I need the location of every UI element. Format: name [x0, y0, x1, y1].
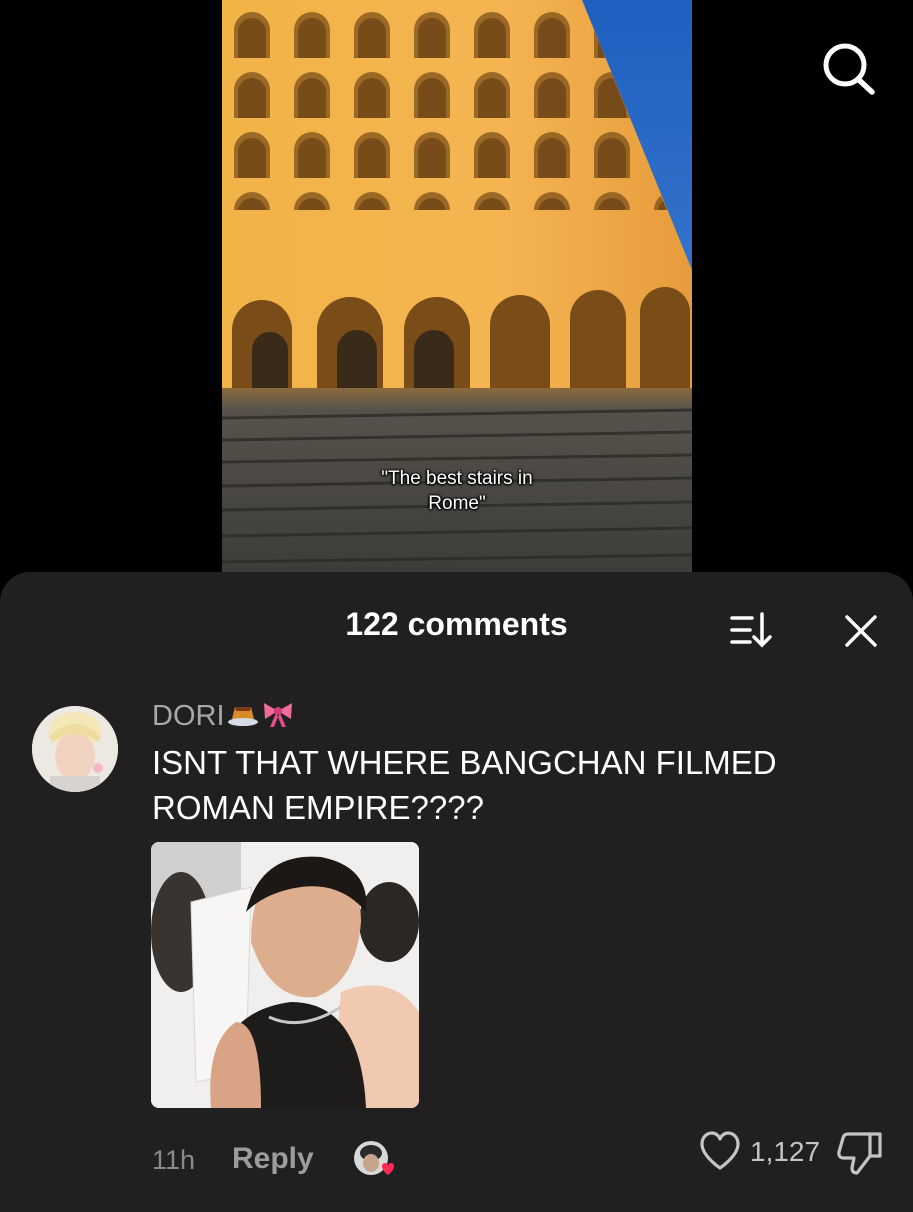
liked-heart-icon	[382, 1163, 394, 1175]
commenter-avatar[interactable]	[32, 706, 118, 792]
ribbon-emoji	[261, 699, 295, 734]
like-count: 1,127	[750, 1136, 821, 1167]
close-icon	[845, 615, 877, 647]
comment-attached-image[interactable]	[151, 842, 419, 1108]
video-caption: "The best stairs in Rome"	[222, 466, 692, 516]
close-button[interactable]	[838, 608, 884, 654]
dislike-icon	[837, 1132, 882, 1175]
comment-author[interactable]: DORI	[152, 698, 295, 734]
creator-liked-badge	[352, 1139, 400, 1181]
username: DORI	[152, 699, 225, 732]
comment-text: ISNT THAT WHERE BANGCHAN FILMED ROMAN EM…	[152, 740, 872, 830]
pudding-emoji	[227, 699, 259, 734]
heart-icon	[700, 1131, 740, 1170]
like-button[interactable]	[698, 1130, 742, 1172]
search-icon	[823, 43, 875, 95]
attached-photo	[151, 842, 419, 1108]
caption-line-2: Rome"	[428, 493, 486, 514]
comments-count-title: 122 comments	[345, 606, 568, 642]
reply-button[interactable]: Reply	[232, 1142, 314, 1176]
caption-line-1: "The best stairs in	[381, 468, 533, 489]
search-button[interactable]	[818, 40, 878, 96]
comment-text-line-2: ROMAN EMPIRE????	[152, 789, 484, 826]
dislike-button[interactable]	[836, 1130, 884, 1176]
comments-panel: 122 comments DORI ISNT THAT WHERE BANGCH…	[0, 572, 913, 1212]
avatar-image	[32, 706, 118, 792]
video-player[interactable]: "The best stairs in Rome"	[222, 0, 692, 572]
comment-text-line-1: ISNT THAT WHERE BANGCHAN FILMED	[152, 744, 777, 781]
comment-timestamp: 11h	[152, 1145, 196, 1175]
sort-icon	[730, 612, 772, 648]
sort-button[interactable]	[728, 610, 776, 650]
